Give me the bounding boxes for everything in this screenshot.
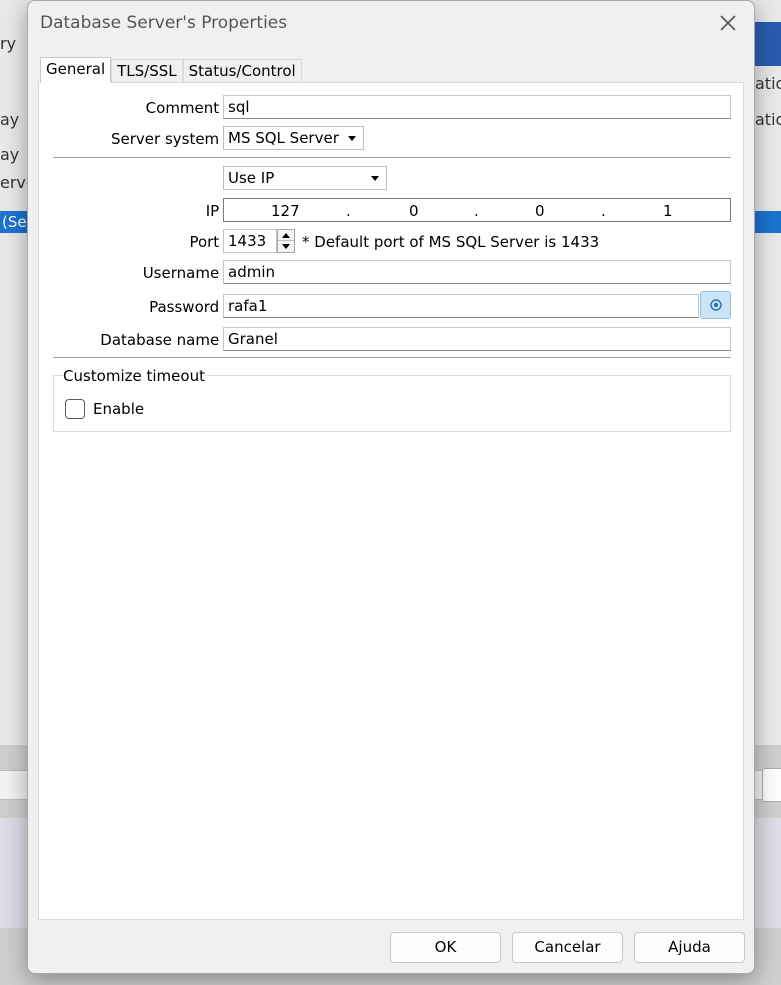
comment-field[interactable]: sql bbox=[223, 95, 731, 119]
ip-address-field[interactable]: 127 . 0 . 0 . 1 bbox=[223, 198, 731, 222]
dialog-title: Database Server's Properties bbox=[40, 13, 288, 33]
help-button[interactable]: Ajuda bbox=[634, 932, 745, 963]
ip-dot: . bbox=[601, 202, 606, 220]
divider bbox=[53, 357, 731, 358]
chevron-down-icon bbox=[371, 176, 379, 181]
background-text-fragment: atio bbox=[755, 74, 781, 93]
port-note: * Default port of MS SQL Server is 1433 bbox=[302, 233, 600, 251]
database-name-field[interactable]: Granel bbox=[223, 327, 731, 351]
password-label: Password : bbox=[149, 298, 229, 316]
ip-octet-3[interactable]: 0 bbox=[535, 202, 545, 220]
eye-icon bbox=[709, 299, 722, 311]
ip-dot: . bbox=[346, 202, 351, 220]
enable-timeout-checkbox[interactable] bbox=[65, 399, 85, 419]
arrow-up-icon bbox=[282, 232, 290, 238]
enable-timeout-label[interactable]: Enable bbox=[93, 400, 144, 418]
cancel-button[interactable]: Cancelar bbox=[512, 932, 623, 963]
comment-label: Comment : bbox=[145, 99, 229, 117]
ip-octet-1[interactable]: 127 bbox=[271, 202, 300, 220]
address-mode-select[interactable]: Use IP bbox=[223, 166, 387, 190]
database-name-label: Database name : bbox=[100, 331, 229, 349]
background-text-fragment: ry bbox=[0, 34, 17, 53]
spin-down-button[interactable] bbox=[278, 241, 294, 252]
port-spinner[interactable] bbox=[277, 229, 295, 253]
background-text-fragment: atio bbox=[755, 110, 781, 129]
show-password-button[interactable] bbox=[700, 291, 731, 319]
properties-dialog: Database Server's Properties General TLS… bbox=[27, 0, 755, 974]
server-system-value: MS SQL Server bbox=[228, 129, 339, 147]
ip-dot: . bbox=[474, 202, 479, 220]
ip-octet-4[interactable]: 1 bbox=[663, 202, 673, 220]
server-system-label: Server system : bbox=[110, 130, 229, 148]
username-field[interactable]: admin bbox=[223, 260, 731, 284]
background-button[interactable] bbox=[762, 768, 781, 802]
address-mode-value: Use IP bbox=[228, 169, 275, 187]
spin-up-button[interactable] bbox=[278, 230, 294, 241]
close-icon bbox=[720, 15, 736, 31]
arrow-down-icon bbox=[282, 244, 290, 249]
general-panel: Comment : sql Server system : MS SQL Ser… bbox=[38, 82, 744, 920]
port-field[interactable]: 1433 bbox=[223, 229, 277, 253]
server-system-select[interactable]: MS SQL Server bbox=[223, 126, 364, 150]
background-text-fragment: ay bbox=[0, 110, 20, 129]
tab-tls-ssl[interactable]: TLS/SSL bbox=[111, 59, 183, 83]
tab-strip: General TLS/SSL Status/Control bbox=[40, 57, 302, 83]
background-text-fragment: ay bbox=[0, 145, 20, 164]
password-field[interactable]: rafa1 bbox=[223, 294, 699, 318]
username-label: Username : bbox=[142, 264, 229, 282]
chevron-down-icon bbox=[348, 136, 356, 141]
tab-status-control[interactable]: Status/Control bbox=[182, 59, 302, 83]
divider bbox=[53, 157, 731, 158]
tab-general[interactable]: General bbox=[40, 57, 112, 83]
background-header-bar bbox=[752, 22, 781, 66]
title-bar[interactable]: Database Server's Properties bbox=[28, 1, 754, 47]
close-button[interactable] bbox=[710, 7, 746, 39]
background-selected-row-text: (Se bbox=[2, 213, 27, 231]
timeout-group-title: Customize timeout bbox=[63, 367, 205, 385]
ip-octet-2[interactable]: 0 bbox=[409, 202, 419, 220]
ok-button[interactable]: OK bbox=[390, 932, 501, 963]
